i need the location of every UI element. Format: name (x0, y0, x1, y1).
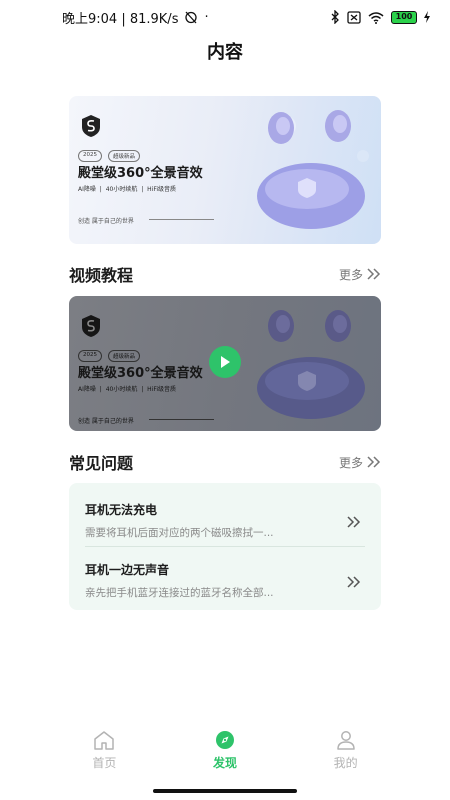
double-chevron-right-icon (347, 576, 361, 588)
slogan-divider (149, 419, 214, 420)
faq-section-header: 常见问题 更多 (69, 450, 381, 474)
faq-item[interactable]: 耳机无法充电 需要将耳机后面对应的两个磁吸擦拭一... (85, 501, 365, 551)
faq-question: 耳机无法充电 (85, 503, 158, 517)
new-product-tag: 超级新品 (108, 150, 141, 162)
alarm-off-icon (185, 11, 198, 24)
brand-logo-icon (82, 315, 100, 337)
slogan-divider (149, 219, 214, 220)
profile-icon (336, 731, 355, 750)
play-icon (221, 356, 230, 368)
faq-card: 耳机无法充电 需要将耳机后面对应的两个磁吸擦拭一... 耳机一边无声音 亲先把手… (69, 483, 381, 610)
faq-answer-preview: 亲先把手机蓝牙连接过的蓝牙名称全部... (85, 587, 274, 599)
double-chevron-right-icon (367, 456, 381, 468)
nav-label-profile: 我的 (333, 756, 358, 770)
video-section-header: 视频教程 更多 (69, 262, 381, 286)
sim-blocked-icon (347, 10, 361, 24)
status-bar: 晚上9:04 | 81.9K/s · 100 (0, 0, 450, 34)
promo-tags: 2025 超级新品 (78, 350, 141, 362)
battery-level: 100 (395, 12, 413, 21)
video-more-link[interactable]: 更多 (339, 266, 381, 283)
bluetooth-icon (331, 10, 339, 24)
status-right: 100 (330, 10, 430, 24)
promo-headline: 殿堂级360°全景音效 (78, 166, 203, 181)
wifi-icon (368, 11, 384, 24)
promo-headline: 殿堂级360°全景音效 (78, 366, 203, 381)
year-tag: 2025 (78, 150, 102, 162)
year-tag: 2025 (78, 350, 102, 362)
faq-divider (85, 546, 365, 547)
double-chevron-right-icon (367, 268, 381, 280)
earbuds-product-image (257, 110, 369, 229)
promo-slogan: 创造 属于自己的世界 (78, 418, 134, 425)
faq-more-link[interactable]: 更多 (339, 454, 381, 471)
promo-features: AI降噪 | 40小时续航 | HiFi级音质 (78, 386, 177, 393)
home-indicator[interactable] (153, 789, 297, 793)
nav-item-home[interactable]: 首页 (64, 730, 144, 780)
video-section-title: 视频教程 (69, 266, 134, 285)
status-time-speed: 晚上9:04 | 81.9K/s (62, 11, 179, 27)
faq-answer-preview: 需要将耳机后面对应的两个磁吸擦拭一... (85, 527, 274, 539)
page-title: 内容 (207, 42, 243, 63)
promo-banner[interactable]: 2025 超级新品 殿堂级360°全景音效 AI降噪 | 40小时续航 | Hi… (69, 96, 381, 244)
play-button[interactable] (209, 346, 241, 378)
earbuds-product-image (257, 310, 365, 419)
promo-tags: 2025 超级新品 (78, 150, 141, 162)
faq-item[interactable]: 耳机一边无声音 亲先把手机蓝牙连接过的蓝牙名称全部... (85, 561, 365, 611)
video-card[interactable]: 2025 超级新品 殿堂级360°全景音效 AI降噪 | 40小时续航 | Hi… (69, 296, 381, 431)
brand-logo-icon (82, 115, 100, 137)
faq-question: 耳机一边无声音 (85, 563, 170, 577)
status-dot: · (204, 9, 209, 25)
double-chevron-right-icon (347, 516, 361, 528)
bottom-nav: 首页 发现 我的 (0, 730, 450, 780)
promo-slogan: 创造 属于自己的世界 (78, 218, 134, 225)
home-icon (94, 731, 115, 750)
new-product-tag: 超级新品 (108, 350, 141, 362)
video-more-label: 更多 (338, 267, 363, 282)
nav-item-profile[interactable]: 我的 (306, 730, 386, 780)
faq-more-label: 更多 (338, 455, 363, 470)
nav-label-home: 首页 (92, 756, 117, 770)
nav-item-discover[interactable]: 发现 (185, 730, 265, 780)
faq-section-title: 常见问题 (69, 454, 134, 473)
compass-icon (215, 731, 234, 749)
promo-features: AI降噪 | 40小时续航 | HiFi级音质 (78, 186, 177, 193)
charging-icon (424, 11, 430, 23)
nav-label-discover: 发现 (212, 756, 237, 770)
status-left: 晚上9:04 | 81.9K/s · (62, 8, 209, 27)
battery-icon: 100 (391, 10, 417, 24)
